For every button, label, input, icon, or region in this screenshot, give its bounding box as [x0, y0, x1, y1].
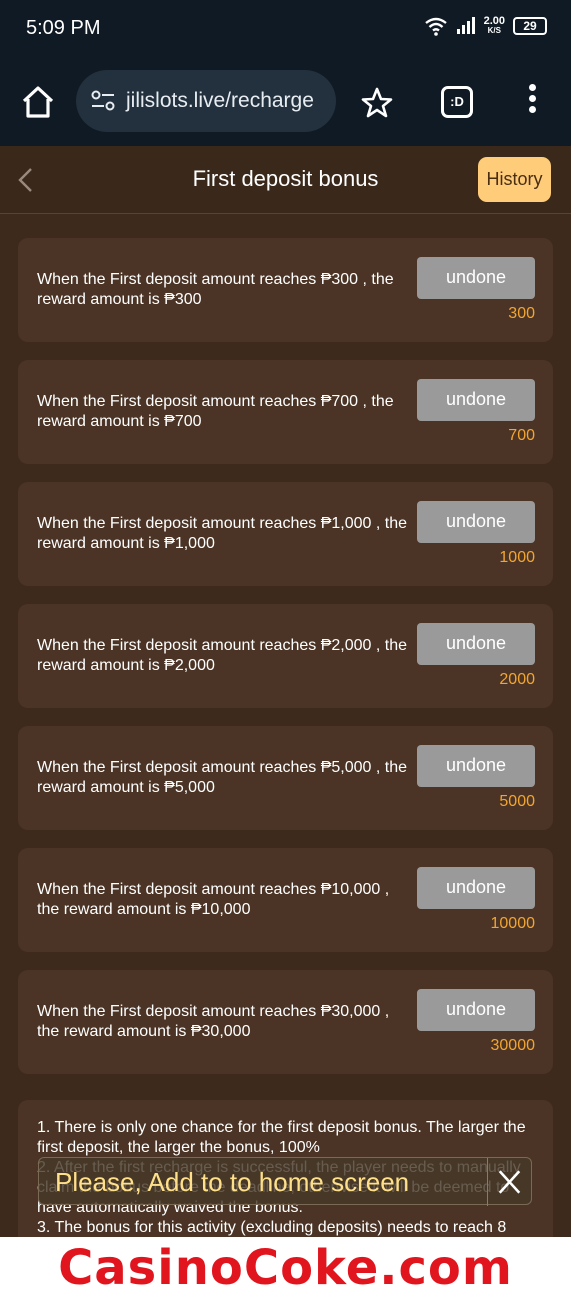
status-time: 5:09 PM [26, 17, 101, 39]
home-icon[interactable] [20, 84, 56, 120]
address-bar[interactable]: jilislots.live/recharge [76, 70, 336, 132]
bonus-card: When the First deposit amount reaches ₱3… [18, 238, 553, 342]
undone-button[interactable]: undone [417, 623, 535, 665]
add-to-home-toast[interactable]: Please, Add to to home screen [38, 1157, 532, 1206]
bonus-card: When the First deposit amount reaches ₱2… [18, 604, 553, 708]
bonus-card: When the First deposit amount reaches ₱7… [18, 360, 553, 464]
rule-text: 1. There is only one chance for the firs… [37, 1119, 526, 1156]
bonus-condition-text: When the First deposit amount reaches ₱1… [37, 515, 407, 552]
undone-button[interactable]: undone [417, 989, 535, 1031]
bonus-amount: 700 [508, 427, 535, 444]
site-settings-icon[interactable] [90, 90, 116, 112]
wifi-icon [424, 17, 447, 36]
network-speed-unit: K/S [487, 26, 501, 35]
url-text[interactable]: jilislots.live/recharge [126, 89, 314, 113]
bonus-amount: 10000 [490, 915, 536, 932]
rule-text: 3. The bonus for this activity (excludin… [37, 1219, 507, 1236]
signal-icon [456, 17, 475, 34]
bonus-amount: 2000 [499, 671, 535, 688]
bonus-condition-text: When the First deposit amount reaches ₱3… [37, 271, 394, 308]
tab-switcher-button[interactable]: :D [441, 86, 473, 118]
bonus-condition-text: When the First deposit amount reaches ₱7… [37, 393, 394, 430]
bonus-amount: 300 [508, 305, 535, 322]
bonus-amount: 1000 [499, 549, 535, 566]
network-speed-value: 2.00 [483, 15, 505, 27]
undone-button[interactable]: undone [417, 257, 535, 299]
undone-button[interactable]: undone [417, 501, 535, 543]
bonus-condition-text: When the First deposit amount reaches ₱5… [37, 759, 407, 796]
bonus-condition-text: When the First deposit amount reaches ₱1… [37, 881, 390, 918]
watermark-banner: CasinoCoke.com [0, 1237, 571, 1300]
bonus-card: When the First deposit amount reaches ₱5… [18, 726, 553, 830]
watermark-text: CasinoCoke.com [58, 1240, 513, 1296]
history-button[interactable]: History [478, 157, 551, 202]
battery-icon: 29 [513, 17, 547, 35]
undone-button[interactable]: undone [417, 745, 535, 787]
more-menu-icon[interactable] [522, 84, 542, 120]
undone-button[interactable]: undone [417, 867, 535, 909]
bookmark-star-icon[interactable] [360, 86, 394, 120]
bonus-list: When the First deposit amount reaches ₱3… [18, 238, 553, 1092]
network-speed: 2.00 K/S [484, 16, 505, 36]
status-bar: 5:09 PM 2.00 K/S 29 [0, 0, 571, 58]
browser-toolbar: jilislots.live/recharge :D [0, 58, 571, 146]
bonus-amount: 30000 [490, 1037, 536, 1054]
status-icons: 2.00 K/S 29 [424, 16, 547, 36]
bonus-amount: 5000 [499, 793, 535, 810]
bonus-card: When the First deposit amount reaches ₱1… [18, 848, 553, 952]
page-header: First deposit bonus History [0, 146, 571, 214]
toast-message: Please, Add to to home screen [55, 1167, 410, 1197]
undone-button[interactable]: undone [417, 379, 535, 421]
bonus-card: When the First deposit amount reaches ₱3… [18, 970, 553, 1074]
bonus-condition-text: When the First deposit amount reaches ₱3… [37, 1003, 390, 1040]
bonus-condition-text: When the First deposit amount reaches ₱2… [37, 637, 407, 674]
close-icon[interactable] [487, 1158, 531, 1206]
bonus-card: When the First deposit amount reaches ₱1… [18, 482, 553, 586]
